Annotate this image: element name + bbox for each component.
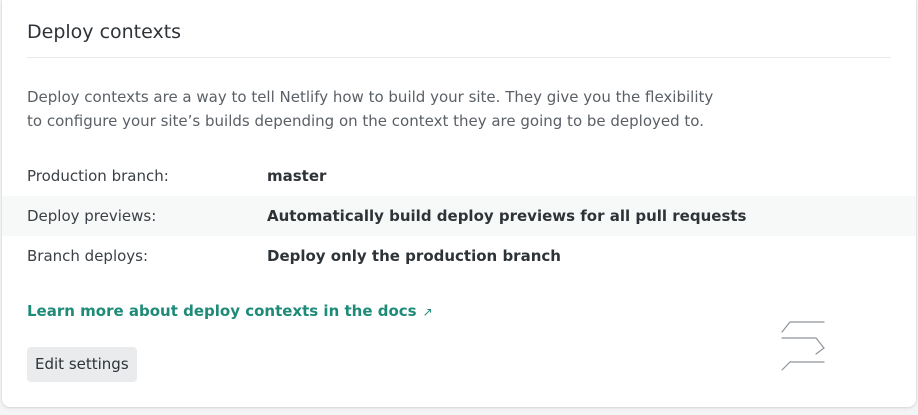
docs-link-label: Learn more about deploy contexts in the …: [27, 302, 417, 320]
deploy-contexts-card: Deploy contexts Deploy contexts are a wa…: [2, 0, 916, 407]
settings-row-production-branch: Production branch: master: [2, 156, 916, 196]
branch-deploys-value: Deploy only the production branch: [267, 247, 561, 265]
external-link-icon: ↗: [422, 305, 433, 319]
deploy-previews-value: Automatically build deploy previews for …: [267, 207, 747, 225]
card-header: Deploy contexts: [27, 0, 891, 58]
production-branch-label: Production branch:: [27, 167, 169, 185]
branch-deploys-label: Branch deploys:: [27, 247, 149, 265]
settings-table: Production branch: master Deploy preview…: [2, 156, 916, 276]
edit-settings-button[interactable]: Edit settings: [27, 347, 137, 382]
deploy-previews-label: Deploy previews:: [27, 207, 157, 225]
stacked-lines-icon: [781, 321, 825, 371]
card-title: Deploy contexts: [27, 21, 182, 43]
settings-row-deploy-previews: Deploy previews: Automatically build dep…: [2, 196, 916, 236]
docs-link[interactable]: Learn more about deploy contexts in the …: [27, 300, 433, 323]
card-description: Deploy contexts are a way to tell Netlif…: [27, 88, 714, 130]
production-branch-value: master: [267, 167, 327, 185]
settings-row-branch-deploys: Branch deploys: Deploy only the producti…: [2, 236, 916, 276]
